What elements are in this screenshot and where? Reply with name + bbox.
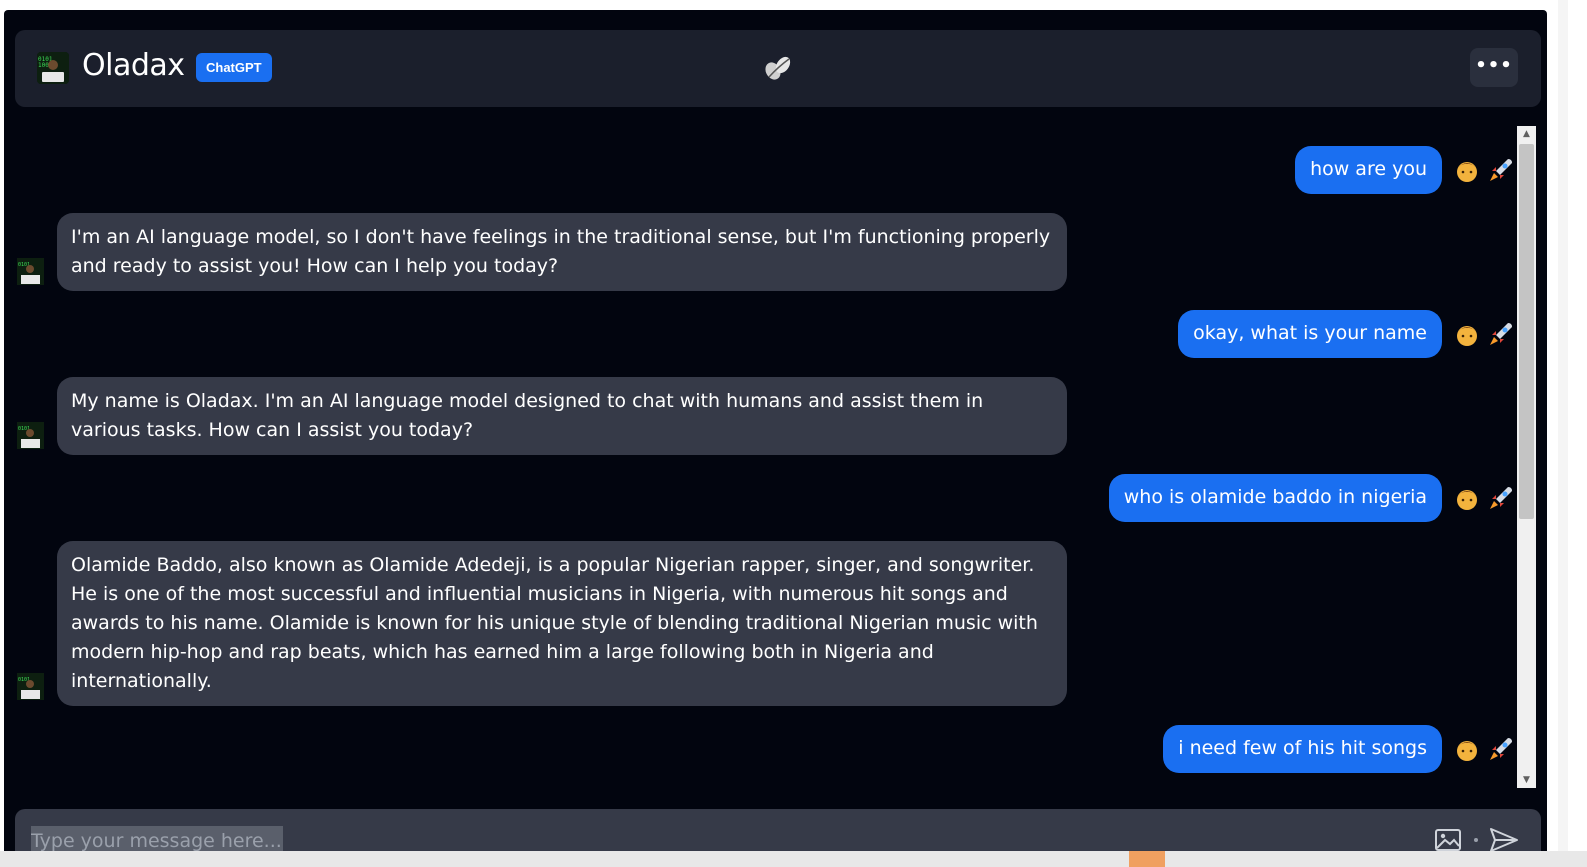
user-bubble: okay, what is your name bbox=[1178, 310, 1442, 358]
user-message: how are you bbox=[1295, 146, 1516, 194]
scroll-up-arrow-icon[interactable]: ▲ bbox=[1517, 126, 1536, 142]
user-bubble: who is olamide baddo in nigeria bbox=[1108, 474, 1442, 522]
bot-message: 0101 I'm an AI language model, so I don'… bbox=[17, 213, 1067, 291]
bot-avatar-icon: 0101 bbox=[17, 673, 44, 700]
bot-avatar-icon: 0101 bbox=[17, 422, 44, 449]
chat-scrollbar[interactable]: ▲ ▼ bbox=[1517, 126, 1536, 788]
more-menu-button[interactable]: ••• bbox=[1470, 48, 1518, 87]
app-title: Oladax bbox=[82, 48, 185, 83]
header-bar: 0101 1001 Oladax ChatGPT ••• bbox=[15, 30, 1541, 107]
chat-messages: how are you 0101 I'm an AI language mode… bbox=[4, 125, 1516, 795]
bot-bubble: I'm an AI language model, so I don't hav… bbox=[57, 213, 1067, 291]
seed-leaf-icon bbox=[761, 53, 795, 83]
bot-bubble: Olamide Baddo, also known as Olamide Ade… bbox=[57, 541, 1067, 706]
image-icon[interactable] bbox=[1435, 829, 1461, 851]
boy-emoji-icon bbox=[1452, 155, 1482, 185]
bottom-strip bbox=[0, 851, 1587, 867]
bot-message: 0101 Olamide Baddo, also known as Olamid… bbox=[17, 541, 1067, 706]
page-scrollbar[interactable] bbox=[1558, 0, 1568, 867]
boy-emoji-icon bbox=[1452, 319, 1482, 349]
bot-bubble: My name is Oladax. I'm an AI language mo… bbox=[57, 377, 1067, 455]
app-window: 0101 1001 Oladax ChatGPT ••• how are you bbox=[4, 10, 1547, 867]
separator-dot bbox=[1474, 838, 1478, 842]
bot-message: 0101 My name is Oladax. I'm an AI langua… bbox=[17, 377, 1067, 455]
bot-avatar-icon: 0101 bbox=[17, 258, 44, 285]
scroll-down-arrow-icon[interactable]: ▼ bbox=[1517, 772, 1536, 788]
scroll-thumb[interactable] bbox=[1519, 144, 1534, 519]
user-message: who is olamide baddo in nigeria bbox=[1108, 474, 1516, 522]
user-bubble: how are you bbox=[1295, 146, 1442, 194]
model-badge: ChatGPT bbox=[196, 53, 272, 82]
user-message: okay, what is your name bbox=[1178, 310, 1516, 358]
rocket-emoji-icon bbox=[1486, 483, 1516, 513]
user-bubble: i need few of his hit songs bbox=[1163, 725, 1442, 773]
rocket-emoji-icon bbox=[1486, 155, 1516, 185]
user-message: i need few of his hit songs bbox=[1163, 725, 1516, 773]
rocket-emoji-icon bbox=[1486, 734, 1516, 764]
send-icon[interactable] bbox=[1489, 827, 1519, 853]
taskbar-indicator bbox=[1129, 851, 1165, 867]
rocket-emoji-icon bbox=[1486, 319, 1516, 349]
app-logo-icon: 0101 1001 bbox=[37, 52, 69, 84]
boy-emoji-icon bbox=[1452, 483, 1482, 513]
boy-emoji-icon bbox=[1452, 734, 1482, 764]
